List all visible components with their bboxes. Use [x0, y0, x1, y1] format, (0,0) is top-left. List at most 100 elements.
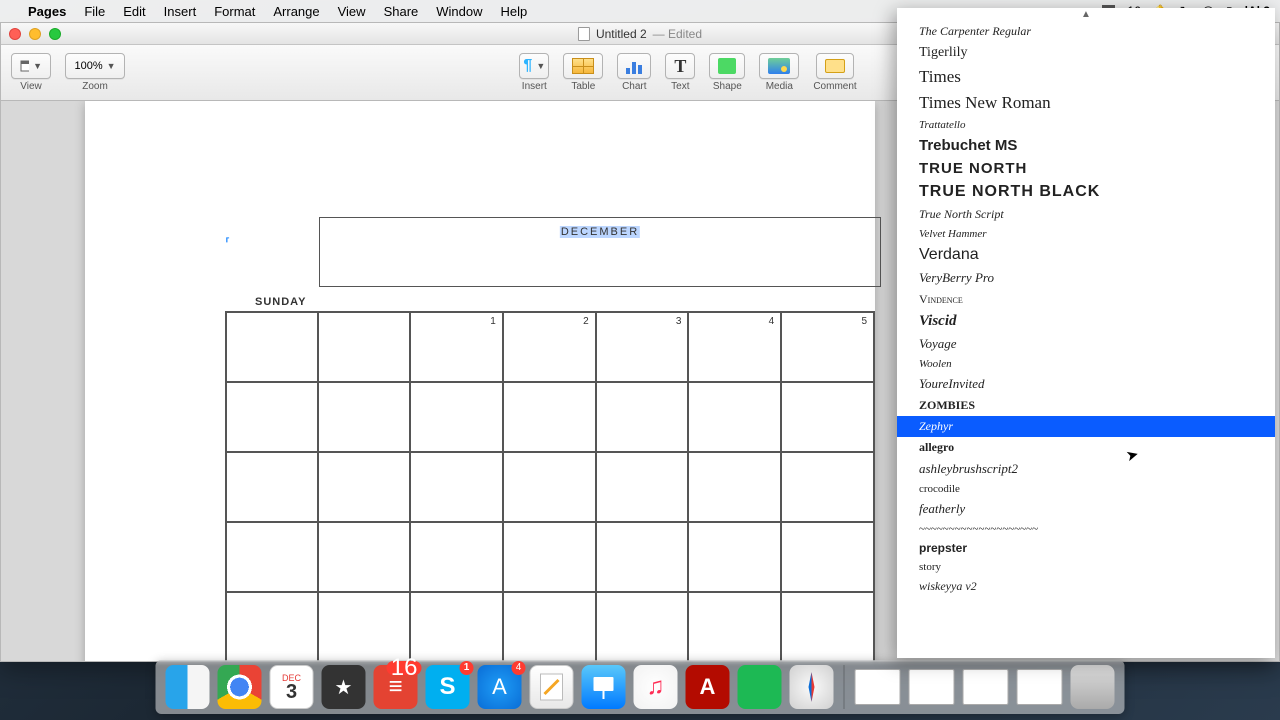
cal-cell[interactable]	[318, 382, 410, 452]
dock-skype[interactable]: S1	[426, 665, 470, 709]
cal-cell[interactable]	[410, 522, 503, 592]
dock-minimized-window[interactable]	[963, 669, 1009, 705]
dock-minimized-window[interactable]	[1017, 669, 1063, 705]
font-option[interactable]: allegro	[897, 437, 1275, 458]
dock-chrome[interactable]	[218, 665, 262, 709]
font-option[interactable]: prepster	[897, 538, 1275, 558]
cal-cell[interactable]	[596, 452, 689, 522]
cal-cell[interactable]	[226, 592, 318, 661]
cal-cell[interactable]	[226, 382, 318, 452]
dock-calendar[interactable]: DEC3	[270, 665, 314, 709]
font-option[interactable]: VeryBerry Pro	[897, 267, 1275, 289]
dock-safari[interactable]	[790, 665, 834, 709]
tab-stop-marker[interactable]: ⸢	[225, 235, 230, 252]
cal-cell[interactable]	[318, 522, 410, 592]
cal-cell[interactable]	[781, 452, 874, 522]
dock-appstore[interactable]: A4	[478, 665, 522, 709]
text-button[interactable]: T	[665, 53, 695, 79]
cal-cell[interactable]	[781, 592, 874, 661]
cal-cell[interactable]	[503, 452, 596, 522]
cal-cell[interactable]	[503, 522, 596, 592]
month-title[interactable]: DECEMBER	[560, 226, 640, 238]
cal-cell[interactable]	[226, 452, 318, 522]
cal-cell[interactable]	[503, 382, 596, 452]
dock-trash[interactable]	[1071, 665, 1115, 709]
font-option[interactable]: Tigerlily	[897, 42, 1275, 64]
font-dropdown[interactable]: ▲ The Carpenter RegularTigerlilyTimesTim…	[897, 8, 1275, 658]
font-option[interactable]: TRUE NORTH BLACK	[897, 180, 1275, 204]
font-option[interactable]: wiskeyya v2	[897, 576, 1275, 597]
dock-keynote[interactable]	[582, 665, 626, 709]
calendar-grid[interactable]: 1 2 3 4 5	[225, 311, 875, 661]
font-option[interactable]: featherly	[897, 498, 1275, 520]
month-header-box[interactable]: DECEMBER	[319, 217, 881, 287]
menu-insert[interactable]: Insert	[164, 4, 197, 19]
cal-cell[interactable]	[688, 452, 781, 522]
font-option[interactable]: Voyage	[897, 333, 1275, 355]
font-option[interactable]: story	[897, 558, 1275, 576]
dock-minimized-window[interactable]	[855, 669, 901, 705]
cal-cell[interactable]	[688, 592, 781, 661]
cal-cell[interactable]	[596, 522, 689, 592]
font-option[interactable]: Velvet Hammer	[897, 225, 1275, 243]
app-menu[interactable]: Pages	[28, 4, 66, 19]
cal-cell[interactable]	[318, 452, 410, 522]
font-option[interactable]: True North Script	[897, 204, 1275, 225]
dock-acrobat[interactable]: A	[686, 665, 730, 709]
font-option[interactable]: Vindence	[897, 289, 1275, 310]
table-button[interactable]	[563, 53, 603, 79]
cal-cell[interactable]	[410, 382, 503, 452]
cal-cell[interactable]: 5	[781, 312, 874, 382]
font-option[interactable]: Times New Roman	[897, 90, 1275, 116]
font-option[interactable]: Woolen	[897, 355, 1275, 373]
dock-finder[interactable]	[166, 665, 210, 709]
cal-cell[interactable]	[410, 452, 503, 522]
menu-format[interactable]: Format	[214, 4, 255, 19]
cal-cell[interactable]: 1	[410, 312, 503, 382]
font-option[interactable]: Viscid	[897, 310, 1275, 333]
cal-cell[interactable]	[596, 382, 689, 452]
cal-cell[interactable]	[781, 382, 874, 452]
cal-cell[interactable]: 3	[596, 312, 689, 382]
font-option[interactable]: Zephyr	[897, 416, 1275, 437]
dock-imovie[interactable]: ★	[322, 665, 366, 709]
font-option[interactable]: Verdana	[897, 243, 1275, 267]
font-option[interactable]: ZOMBIES	[897, 395, 1275, 416]
dock-minimized-window[interactable]	[909, 669, 955, 705]
dock-todoist[interactable]: ≡16	[374, 665, 418, 709]
menu-edit[interactable]: Edit	[123, 4, 145, 19]
menu-file[interactable]: File	[84, 4, 105, 19]
font-option[interactable]: crocodile	[897, 480, 1275, 498]
menu-view[interactable]: View	[338, 4, 366, 19]
font-option[interactable]: ashleybrushscript2	[897, 458, 1275, 480]
scroll-up-arrow[interactable]: ▲	[897, 8, 1275, 21]
cal-cell[interactable]	[226, 522, 318, 592]
cal-cell[interactable]	[596, 592, 689, 661]
cal-cell[interactable]: 2	[503, 312, 596, 382]
cal-cell[interactable]	[688, 382, 781, 452]
cal-cell[interactable]	[503, 592, 596, 661]
media-button[interactable]	[759, 53, 799, 79]
view-button[interactable]: ▼	[11, 53, 51, 79]
document-title[interactable]: Untitled 2 — Edited	[578, 27, 702, 41]
shape-button[interactable]	[709, 53, 745, 79]
insert-button[interactable]: ¶▼	[519, 53, 549, 79]
cal-cell[interactable]	[410, 592, 503, 661]
minimize-button[interactable]	[29, 28, 41, 40]
cal-cell[interactable]	[226, 312, 318, 382]
font-option[interactable]: Trebuchet MS	[897, 134, 1275, 157]
font-option[interactable]: TRUE NORTH	[897, 157, 1275, 180]
font-option[interactable]: Times	[897, 64, 1275, 90]
cal-cell[interactable]	[318, 592, 410, 661]
font-option[interactable]: YoureInvited	[897, 373, 1275, 395]
comment-button[interactable]	[816, 53, 854, 79]
menu-arrange[interactable]: Arrange	[273, 4, 319, 19]
cal-cell[interactable]	[688, 522, 781, 592]
dock-pages[interactable]	[530, 665, 574, 709]
cal-cell[interactable]	[781, 522, 874, 592]
menu-share[interactable]: Share	[384, 4, 419, 19]
menu-window[interactable]: Window	[436, 4, 482, 19]
font-option[interactable]: Trattatello	[897, 116, 1275, 134]
close-button[interactable]	[9, 28, 21, 40]
menu-help[interactable]: Help	[501, 4, 528, 19]
